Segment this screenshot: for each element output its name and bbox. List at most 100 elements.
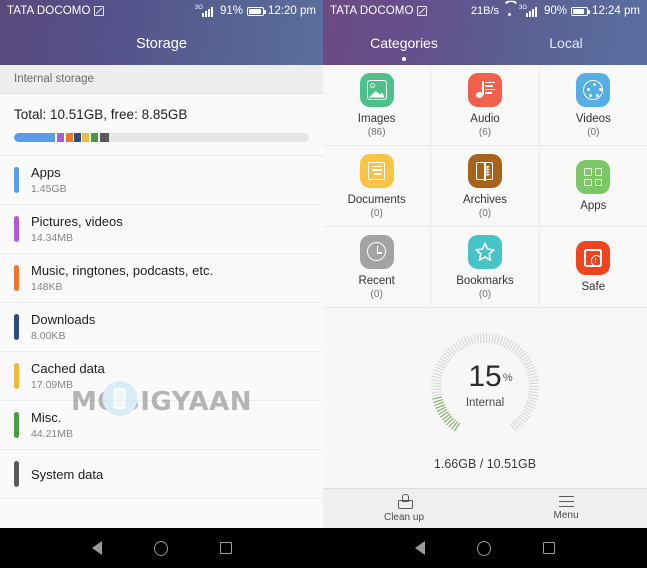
category-grid-row: Images (86) Audio (6) Videos (0)	[323, 65, 647, 146]
storage-scroll-area[interactable]: Internal storage Total: 10.51GB, free: 8…	[0, 65, 323, 528]
carrier-label-group: TATA DOCOMO	[7, 5, 104, 17]
archive-icon-container	[467, 153, 502, 188]
category-color-swatch	[14, 216, 19, 242]
gauge-percent-symbol: %	[502, 371, 513, 384]
right-phone-screen: TATA DOCOMO 21B/s 3G 90% 12:24 pm Catego…	[323, 0, 647, 568]
category-grid-row: Recent (0) Bookmarks (0) Safe	[323, 227, 647, 308]
clock-label: 12:24 pm	[592, 5, 640, 17]
category-tile-videos[interactable]: Videos (0)	[539, 65, 647, 146]
battery-icon	[571, 6, 591, 16]
back-icon[interactable]	[91, 541, 102, 555]
storage-item-size: 14.34MB	[31, 232, 74, 244]
category-tile-label: Documents	[347, 193, 406, 206]
status-icons-group: 3G 91% 12:20 pm	[195, 4, 316, 18]
network-type-label: 3G	[519, 4, 528, 11]
right-header: Categories Local	[323, 22, 647, 65]
bar-segment-apps	[14, 133, 55, 142]
network-speed-label: 21B/s	[470, 5, 500, 17]
safe-icon-container	[576, 241, 611, 275]
tab-label: Local	[549, 34, 583, 51]
storage-item-size: 1.45GB	[31, 183, 67, 195]
section-header-internal-storage: Internal storage	[0, 65, 323, 94]
category-tile-archives[interactable]: Archives (0)	[431, 146, 540, 227]
right-status-bar: TATA DOCOMO 21B/s 3G 90% 12:24 pm	[323, 0, 647, 22]
category-grid[interactable]: Images (86) Audio (6) Videos (0) Documents (0) A…	[323, 65, 647, 308]
apps-grid-icon-container	[576, 160, 611, 194]
storage-item-size: 17.09MB	[31, 379, 74, 391]
category-tile-label: Recent	[358, 274, 395, 287]
category-tile-label: Images	[357, 112, 396, 125]
storage-list-item[interactable]: Music, ringtones, podcasts, etc. 148KB	[0, 254, 323, 303]
home-icon[interactable]	[153, 540, 168, 556]
category-color-swatch	[14, 461, 19, 487]
storage-category-list[interactable]: Apps 1.45GB Pictures, videos 14.34MB Music, …	[0, 155, 323, 499]
hamburger-icon	[558, 496, 574, 507]
recents-icon[interactable]	[543, 542, 555, 554]
document-icon-container	[359, 153, 394, 188]
recents-icon[interactable]	[219, 542, 232, 554]
brush-icon	[397, 494, 413, 509]
star-icon-container	[467, 234, 502, 269]
storage-item-size: 44.21MB	[31, 428, 74, 440]
category-tile-label: Archives	[462, 193, 508, 206]
storage-item-name: Apps	[31, 165, 61, 180]
category-tile-apps[interactable]: Apps	[539, 146, 647, 227]
section-header-label: Internal storage	[14, 73, 94, 85]
category-tile-count: (6)	[478, 126, 492, 138]
header-tabs[interactable]: Categories Local	[323, 22, 647, 65]
image-icon	[366, 79, 387, 100]
storage-item-text: System data	[31, 467, 103, 482]
bar-segment-misc	[91, 133, 99, 142]
category-tile-label: Videos	[575, 112, 611, 125]
clock-label: 12:20 pm	[268, 5, 316, 17]
carrier-name: TATA DOCOMO	[330, 5, 414, 17]
category-tile-count: (0)	[370, 207, 383, 219]
storage-item-text: Downloads 8.00KB	[31, 312, 95, 342]
archive-icon	[476, 161, 494, 181]
category-tile-count: (0)	[478, 288, 492, 300]
clock-icon	[367, 242, 387, 261]
storage-list-item[interactable]: Pictures, videos 14.34MB	[0, 205, 323, 254]
bottom-toolbar[interactable]: Clean up Menu	[323, 488, 647, 528]
left-android-navbar[interactable]	[0, 528, 323, 568]
storage-item-name: Downloads	[31, 312, 96, 327]
category-grid-row: Documents (0) Archives (0) Apps	[323, 146, 647, 227]
tab-categories[interactable]: Categories	[323, 22, 485, 65]
storage-list-item[interactable]: System data	[0, 450, 323, 499]
network-type-label: 3G	[195, 4, 204, 11]
storage-usage-bar	[14, 133, 309, 142]
status-icons-group: 21B/s 3G 90% 12:24 pm	[470, 4, 640, 18]
tab-local[interactable]: Local	[485, 22, 647, 65]
storage-gauge-section: 15% Internal 1.66GB / 10.51GB	[323, 308, 647, 488]
storage-item-name: Pictures, videos	[31, 214, 123, 229]
category-tile-count: (0)	[587, 126, 600, 138]
left-status-bar: TATA DOCOMO 3G 91% 12:20 pm	[0, 0, 323, 22]
category-tile-recent[interactable]: Recent (0)	[323, 227, 432, 308]
storage-list-item[interactable]: Misc. 44.21MB	[0, 401, 323, 450]
category-tile-audio[interactable]: Audio (6)	[431, 65, 540, 146]
category-tile-label: Bookmarks	[456, 274, 514, 287]
toolbar-button-label: Menu	[553, 510, 579, 521]
storage-list-item[interactable]: Apps 1.45GB	[0, 156, 323, 205]
category-tile-bookmarks[interactable]: Bookmarks (0)	[431, 227, 540, 308]
gauge-percent-value-group: 15%	[468, 361, 512, 392]
toolbar-button-clean-up[interactable]: Clean up	[323, 494, 485, 523]
category-tile-images[interactable]: Images (86)	[323, 65, 432, 146]
note-lines	[484, 81, 495, 96]
left-header: Storage	[0, 22, 323, 65]
battery-percent-label: 90%	[544, 5, 568, 17]
storage-item-name: Misc.	[31, 410, 62, 425]
category-tile-count: (0)	[478, 207, 492, 219]
bar-segment-pictures	[56, 133, 64, 142]
signal-strength-icon: 3G	[195, 4, 216, 17]
back-icon[interactable]	[415, 541, 425, 555]
right-android-navbar[interactable]	[323, 528, 647, 568]
category-tile-safe[interactable]: Safe	[539, 227, 647, 308]
home-icon[interactable]	[477, 540, 491, 556]
sim-card-icon	[93, 6, 104, 16]
storage-list-item[interactable]: Cached data 17.09MB	[0, 352, 323, 401]
toolbar-button-menu[interactable]: Menu	[485, 496, 647, 521]
category-tile-documents[interactable]: Documents (0)	[323, 146, 432, 227]
storage-list-item[interactable]: Downloads 8.00KB	[0, 303, 323, 352]
total-free-label: Total: 10.51GB, free: 8.85GB	[14, 107, 188, 122]
